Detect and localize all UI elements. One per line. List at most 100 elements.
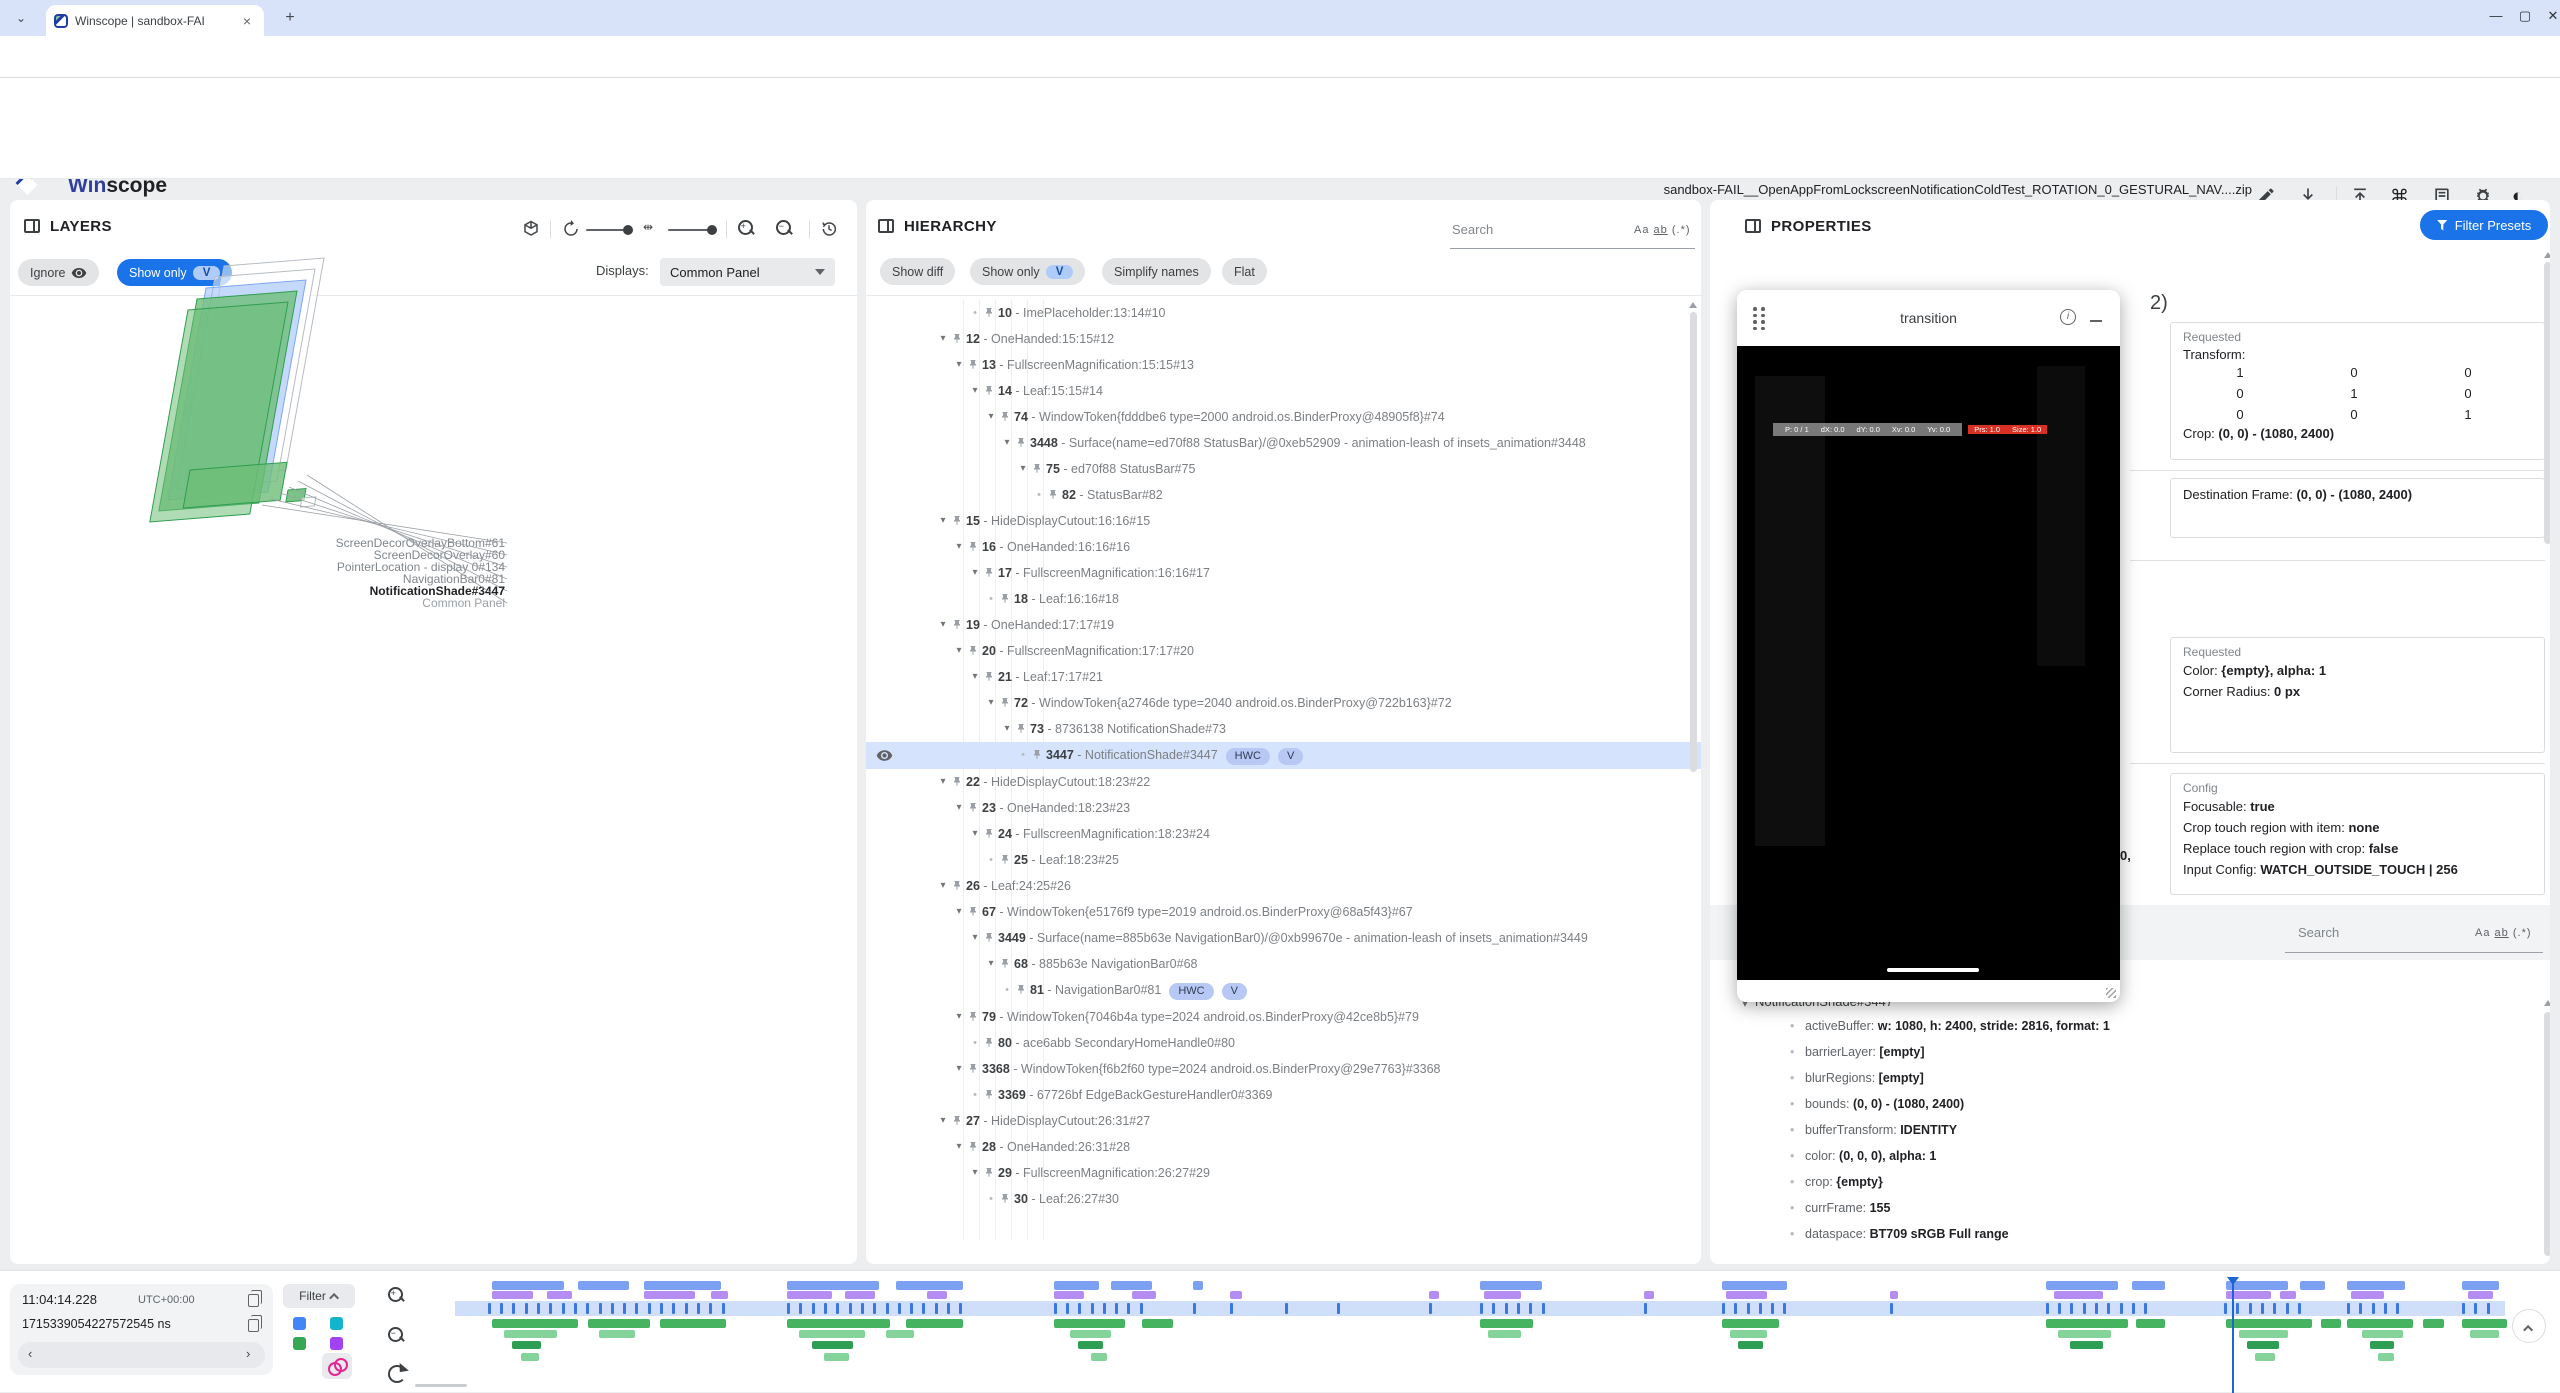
pin-icon[interactable] [983, 1086, 998, 1101]
trace-entry-tick[interactable] [2224, 1303, 2227, 1314]
expand-arrow-icon[interactable]: ▾ [935, 773, 951, 791]
transitions-trace-icon[interactable] [322, 1353, 352, 1379]
trace-entry-tick[interactable] [1505, 1303, 1508, 1314]
trace-entry-tick[interactable] [697, 1303, 700, 1314]
simplify-names-button[interactable]: Simplify names [1102, 258, 1211, 285]
expand-arrow-icon[interactable]: ▾ [967, 929, 983, 947]
trace-segment[interactable] [787, 1319, 890, 1328]
trace-segment[interactable] [927, 1291, 948, 1299]
trace-entry-tick[interactable] [1644, 1303, 1647, 1314]
curr-state-property[interactable]: •barrierLayer: [empty] [1710, 1039, 2530, 1065]
curr-state-property[interactable]: •currFrame: 155 [1710, 1195, 2530, 1221]
tree-node[interactable]: •81 - NavigationBar0#81HWCV [866, 977, 1701, 1004]
trace-entry-tick[interactable] [1480, 1303, 1483, 1314]
trace-segment[interactable] [2058, 1330, 2111, 1338]
tree-node[interactable]: ▾74 - WindowToken{fdddbe6 type=2000 andr… [866, 404, 1701, 430]
trace-entry-tick[interactable] [898, 1303, 901, 1314]
minimize-icon[interactable] [2090, 320, 2102, 322]
trace-entry-tick[interactable] [549, 1303, 552, 1314]
tree-node[interactable]: ▾16 - OneHanded:16:16#16 [866, 534, 1701, 560]
pin-icon[interactable] [1031, 460, 1046, 475]
trace-segment[interactable] [845, 1291, 876, 1299]
pin-icon[interactable] [983, 304, 998, 319]
trace-segment[interactable] [1054, 1319, 1126, 1328]
trace-entry-tick[interactable] [2058, 1303, 2061, 1314]
expand-arrow-icon[interactable]: ▾ [1015, 460, 1031, 478]
trace-segment[interactable] [896, 1281, 964, 1290]
curr-state-property[interactable]: •bufferTransform: IDENTITY [1710, 1117, 2530, 1143]
tree-node[interactable]: ▾75 - ed70f88 StatusBar#75 [866, 456, 1701, 482]
trace-entry-tick[interactable] [488, 1303, 491, 1314]
expand-arrow-icon[interactable]: ▾ [967, 382, 983, 400]
trace-entry-tick[interactable] [635, 1303, 638, 1314]
trace-segment[interactable] [660, 1319, 726, 1328]
trace-entry-tick[interactable] [922, 1303, 925, 1314]
trace-segment[interactable] [1132, 1291, 1157, 1299]
trace-segment[interactable] [1078, 1341, 1103, 1349]
expand-arrow-icon[interactable]: ▾ [935, 512, 951, 530]
tree-node[interactable]: •80 - ace6abb SecondaryHomeHandle0#80 [866, 1030, 1701, 1056]
trace-segment[interactable] [492, 1319, 578, 1328]
trace-entry-tick[interactable] [1890, 1303, 1893, 1314]
trace-entry-tick[interactable] [799, 1303, 802, 1314]
pin-icon[interactable] [999, 1190, 1014, 1205]
scroll-up-icon[interactable] [2544, 252, 2550, 258]
expand-arrow-icon[interactable]: ▾ [999, 720, 1015, 738]
pin-icon[interactable] [983, 382, 998, 397]
trace-segment[interactable] [1488, 1330, 1521, 1338]
trace-type-icon[interactable] [293, 1317, 306, 1330]
pin-icon[interactable] [967, 903, 982, 918]
trace-entry-tick[interactable] [1285, 1303, 1288, 1314]
pin-icon[interactable] [999, 955, 1014, 970]
trace-entry-tick[interactable] [672, 1303, 675, 1314]
trace-entry-tick[interactable] [787, 1303, 790, 1314]
pin-icon[interactable] [951, 877, 966, 892]
copy-icon[interactable] [248, 1319, 259, 1332]
trace-entry-tick[interactable] [611, 1303, 614, 1314]
tree-node[interactable]: ▾3448 - Surface(name=ed70f88 StatusBar)/… [866, 430, 1701, 456]
hierarchy-scrollbar[interactable] [1690, 312, 1697, 772]
properties-search-input[interactable]: Search [2298, 925, 2339, 940]
tree-node[interactable]: ▾68 - 885b63e NavigationBar0#68 [866, 951, 1701, 977]
trace-entry-tick[interactable] [1078, 1303, 1081, 1314]
trace-type-icon[interactable] [293, 1337, 306, 1350]
trace-segment[interactable] [1429, 1291, 1439, 1299]
timeline-cursor[interactable] [2232, 1277, 2234, 1393]
curr-state-property[interactable]: •dataspace: BT709 sRGB Full range [1710, 1221, 2530, 1247]
trace-segment[interactable] [1054, 1281, 1099, 1290]
tree-node[interactable]: ▾20 - FullscreenMagnification:17:17#20 [866, 638, 1701, 664]
trace-entry-tick[interactable] [623, 1303, 626, 1314]
trace-segment[interactable] [2378, 1353, 2394, 1361]
timeline-mini-scrollbar[interactable]: ‹ › [18, 1342, 265, 1368]
trace-segment[interactable] [1111, 1281, 1152, 1290]
trace-entry-tick[interactable] [1492, 1303, 1495, 1314]
tree-node[interactable]: ▾13 - FullscreenMagnification:15:15#13 [866, 352, 1701, 378]
trace-type-icon[interactable] [330, 1337, 343, 1350]
trace-entry-tick[interactable] [1529, 1303, 1532, 1314]
trace-entry-tick[interactable] [2298, 1303, 2301, 1314]
expand-arrow-icon[interactable]: ▾ [935, 330, 951, 348]
pin-icon[interactable] [967, 1060, 982, 1075]
trace-segment[interactable] [1484, 1291, 1521, 1299]
pin-icon[interactable] [951, 330, 966, 345]
trace-entry-tick[interactable] [2083, 1303, 2086, 1314]
tree-node[interactable]: ▾17 - FullscreenMagnification:16:16#17 [866, 560, 1701, 586]
tree-node[interactable]: ▾29 - FullscreenMagnification:26:27#29 [866, 1160, 1701, 1186]
trace-segment[interactable] [2046, 1281, 2118, 1290]
pin-icon[interactable] [967, 642, 982, 657]
trace-segment[interactable] [1738, 1341, 1763, 1349]
trace-entry-tick[interactable] [824, 1303, 827, 1314]
expand-arrow-icon[interactable]: ▾ [967, 825, 983, 843]
trace-entry-tick[interactable] [2070, 1303, 2073, 1314]
expand-arrow-icon[interactable]: ▾ [999, 434, 1015, 452]
trace-segment[interactable] [2300, 1281, 2325, 1290]
pin-icon[interactable] [1031, 746, 1046, 761]
trace-segment[interactable] [2462, 1281, 2499, 1290]
trace-entry-tick[interactable] [2396, 1303, 2399, 1314]
layers-3d-view[interactable]: ScreenDecorOverlayBottom#61ScreenDecorOv… [10, 200, 857, 1264]
trace-segment[interactable] [2046, 1319, 2128, 1328]
trace-segment[interactable] [1730, 1330, 1767, 1338]
trace-segment[interactable] [521, 1353, 539, 1361]
pin-icon[interactable] [967, 356, 982, 371]
trace-segment[interactable] [1070, 1330, 1111, 1338]
